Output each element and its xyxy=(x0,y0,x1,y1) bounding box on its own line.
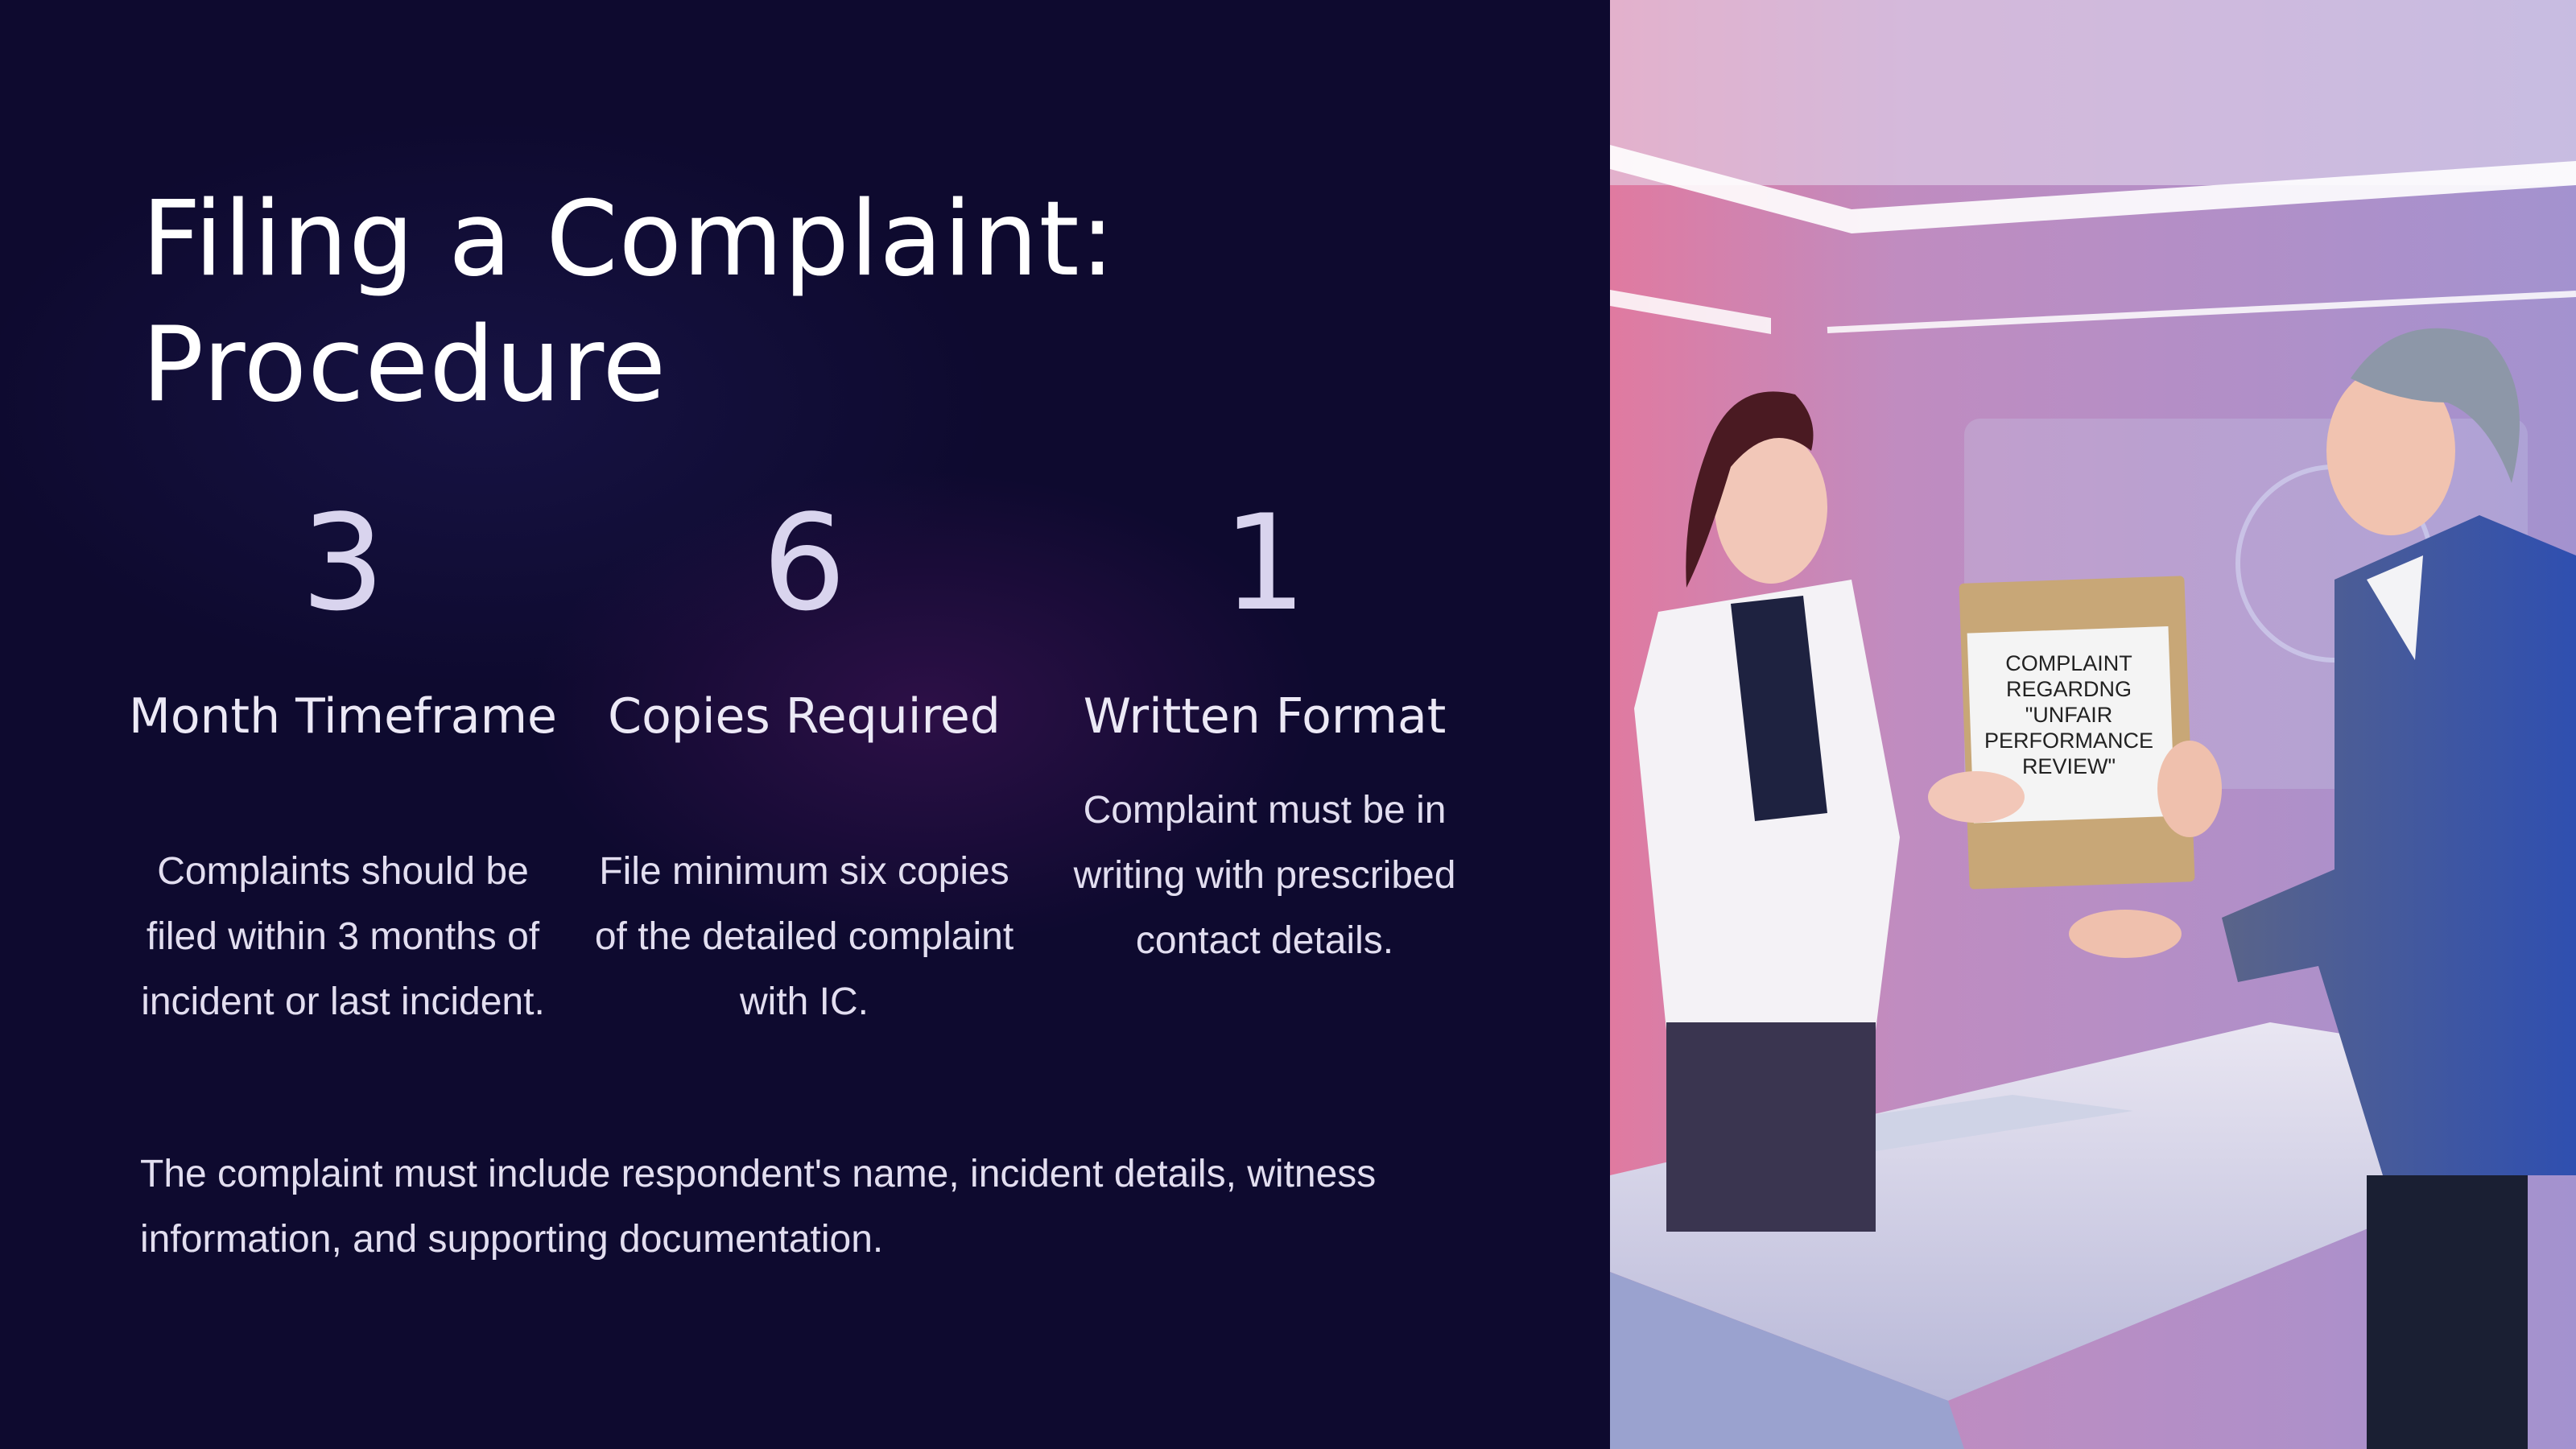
man-hand xyxy=(2157,741,2222,837)
stat-value: 3 xyxy=(300,486,386,640)
slide: Filing a Complaint: Procedure 3 Month Ti… xyxy=(0,0,2576,1449)
stat-month-timeframe: 3 Month Timeframe Complaints should be f… xyxy=(126,483,560,1023)
slide-title-line-2: Procedure xyxy=(142,305,667,425)
document-label: COMPLAINT REGARDNG "UNFAIR PERFORMANCE R… xyxy=(1984,651,2153,778)
slide-title-line-1: Filing a Complaint: xyxy=(142,180,1116,299)
woman-trousers xyxy=(1666,1022,1876,1232)
office-complaint-photo: COMPLAINT REGARDNG "UNFAIR PERFORMANCE R… xyxy=(1610,0,2576,1449)
stat-label: Written Format xyxy=(1083,688,1447,745)
stat-label: Copies Required xyxy=(608,688,1001,745)
stat-description: Complaints should be filed within 3 mont… xyxy=(141,850,545,1023)
ceiling xyxy=(1610,0,2576,185)
stat-copies-required: 6 Copies Required File minimum six copie… xyxy=(587,483,1022,1023)
slide-title: Filing a Complaint: Procedure xyxy=(142,177,1349,428)
content-panel: Filing a Complaint: Procedure 3 Month Ti… xyxy=(0,0,1610,1449)
stat-value: 6 xyxy=(762,486,847,640)
man-pointing-hand xyxy=(2069,910,2182,958)
stat-description: File minimum six copies of the detailed … xyxy=(594,850,1014,1023)
stat-value: 1 xyxy=(1222,486,1307,640)
stat-description: Complaint must be in writing with prescr… xyxy=(1073,789,1456,962)
stat-written-format: 1 Written Format Complaint must be in wr… xyxy=(1047,483,1482,962)
man-trousers xyxy=(2367,1175,2528,1449)
stat-label: Month Timeframe xyxy=(129,688,557,745)
footer-note: The complaint must include respondent's … xyxy=(140,1153,1377,1261)
